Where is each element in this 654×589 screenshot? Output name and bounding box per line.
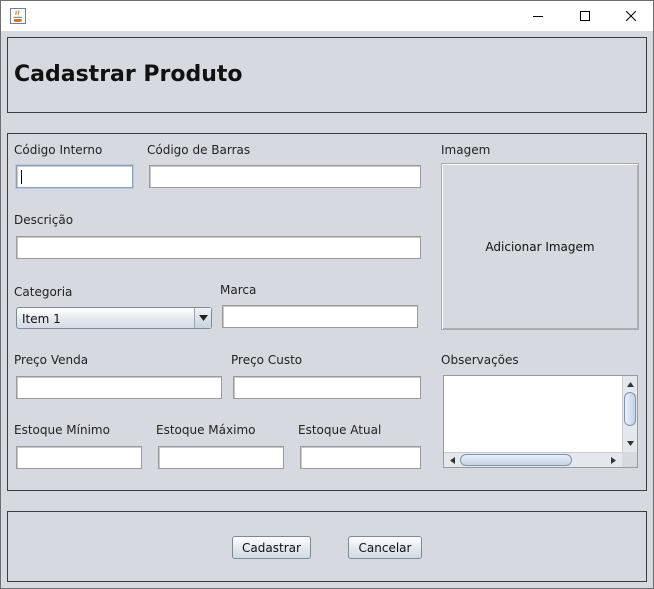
descricao-label: Descrição — [14, 213, 74, 227]
close-button[interactable] — [608, 1, 654, 31]
adicionar-imagem-button[interactable]: Adicionar Imagem — [441, 163, 639, 330]
marca-label: Marca — [220, 283, 257, 297]
minimize-button[interactable] — [515, 1, 561, 31]
preco-venda-label: Preço Venda — [14, 353, 89, 367]
categoria-selected-value: Item 1 — [22, 312, 61, 326]
text-caret — [21, 170, 22, 184]
footer-panel — [7, 511, 647, 582]
horizontal-scroll-thumb[interactable] — [460, 454, 572, 466]
codigo-interno-label: Código Interno — [14, 143, 103, 157]
estoque-atual-input[interactable] — [300, 446, 421, 469]
title-bar[interactable] — [1, 1, 653, 31]
categoria-label: Categoria — [14, 285, 73, 299]
observacoes-label: Observações — [441, 353, 519, 367]
preco-venda-input[interactable] — [16, 376, 222, 399]
java-coffee-cup-icon — [10, 8, 26, 24]
estoque-maximo-input[interactable] — [158, 446, 284, 469]
categoria-combobox[interactable]: Item 1 — [16, 307, 212, 329]
preco-custo-input[interactable] — [233, 376, 421, 399]
cancelar-button[interactable]: Cancelar — [348, 536, 422, 559]
estoque-atual-label: Estoque Atual — [298, 423, 382, 437]
scroll-up-button[interactable] — [623, 377, 637, 391]
combobox-dropdown-button[interactable] — [194, 308, 211, 328]
cadastrar-button[interactable]: Cadastrar — [232, 536, 311, 559]
scroll-down-button[interactable] — [623, 436, 637, 450]
page-title: Cadastrar Produto — [14, 62, 243, 87]
codigo-barras-input[interactable] — [149, 165, 421, 188]
descricao-input[interactable] — [16, 236, 421, 259]
triangle-down-icon — [626, 440, 634, 446]
estoque-minimo-input[interactable] — [16, 446, 142, 469]
codigo-barras-label: Código de Barras — [147, 143, 251, 157]
codigo-interno-input[interactable] — [16, 165, 133, 188]
estoque-maximo-label: Estoque Máximo — [156, 423, 256, 437]
maximize-icon — [580, 11, 590, 21]
triangle-down-icon — [198, 315, 208, 321]
observacoes-textarea[interactable] — [444, 376, 622, 452]
imagem-label: Imagem — [441, 143, 491, 157]
triangle-up-icon — [626, 381, 634, 387]
minimize-icon — [533, 16, 543, 17]
scroll-left-button[interactable] — [445, 453, 459, 467]
triangle-right-icon — [610, 456, 616, 464]
close-icon — [626, 11, 636, 21]
vertical-scrollbar[interactable] — [622, 376, 637, 452]
preco-custo-label: Preço Custo — [231, 353, 303, 367]
vertical-scroll-thumb[interactable] — [624, 392, 636, 426]
observacoes-scrollpane — [443, 375, 638, 468]
horizontal-scrollbar[interactable] — [444, 452, 622, 467]
scroll-right-button[interactable] — [606, 453, 620, 467]
marca-input[interactable] — [222, 305, 418, 328]
maximize-button[interactable] — [562, 1, 608, 31]
triangle-left-icon — [449, 456, 455, 464]
estoque-minimo-label: Estoque Mínimo — [14, 423, 110, 437]
scrollpane-corner — [622, 452, 637, 467]
